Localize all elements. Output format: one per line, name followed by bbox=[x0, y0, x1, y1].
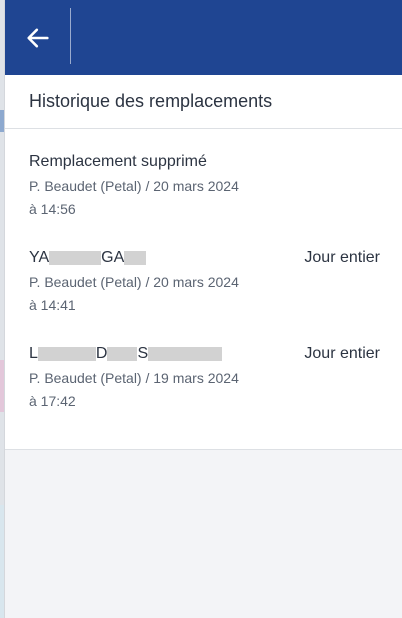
redacted-text bbox=[37, 347, 96, 361]
top-bar bbox=[5, 0, 402, 75]
item-title: Remplacement supprimé bbox=[29, 151, 378, 173]
divider bbox=[70, 8, 71, 64]
history-panel: Historique des remplacements Remplacemen… bbox=[4, 0, 402, 618]
list-item[interactable]: Remplacement supprimé P. Beaudet (Petal)… bbox=[5, 151, 402, 247]
item-title-text: D bbox=[95, 345, 108, 362]
item-time: à 14:41 bbox=[29, 297, 76, 313]
redacted-text bbox=[107, 347, 138, 361]
item-title-text: L bbox=[29, 345, 38, 362]
item-meta: P. Beaudet (Petal) / 20 mars 2024 à 14:5… bbox=[29, 175, 269, 221]
item-author-date: P. Beaudet (Petal) / 19 mars 2024 bbox=[29, 370, 239, 386]
item-title-text: S bbox=[137, 345, 149, 362]
history-list: Remplacement supprimé P. Beaudet (Petal)… bbox=[5, 129, 402, 449]
list-item[interactable]: YA GA Jour entier P. Beaudet (Petal) / 2… bbox=[5, 247, 402, 343]
list-item[interactable]: L D S Jour entier P. Beaudet (Petal) / 1… bbox=[5, 343, 402, 439]
item-title-text: YA bbox=[29, 249, 50, 266]
panel-header: Historique des remplacements bbox=[5, 75, 402, 129]
item-time: à 17:42 bbox=[29, 393, 76, 409]
item-author-date: P. Beaudet (Petal) / 20 mars 2024 bbox=[29, 274, 239, 290]
redacted-text bbox=[124, 251, 147, 265]
page-title: Historique des remplacements bbox=[29, 91, 273, 111]
item-meta: P. Beaudet (Petal) / 20 mars 2024 à 14:4… bbox=[29, 271, 269, 317]
item-title-text: Remplacement supprimé bbox=[29, 153, 207, 170]
item-meta: P. Beaudet (Petal) / 19 mars 2024 à 17:4… bbox=[29, 367, 269, 413]
history-content: Historique des remplacements Remplacemen… bbox=[5, 75, 402, 450]
item-duration: Jour entier bbox=[304, 345, 380, 362]
item-duration: Jour entier bbox=[304, 249, 380, 266]
item-title-text: GA bbox=[101, 249, 125, 266]
item-author-date: P. Beaudet (Petal) / 20 mars 2024 bbox=[29, 178, 239, 194]
item-time: à 14:56 bbox=[29, 201, 76, 217]
arrow-left-icon bbox=[26, 28, 49, 47]
redacted-text bbox=[148, 347, 223, 361]
back-button[interactable] bbox=[5, 0, 70, 75]
redacted-text bbox=[49, 251, 102, 265]
